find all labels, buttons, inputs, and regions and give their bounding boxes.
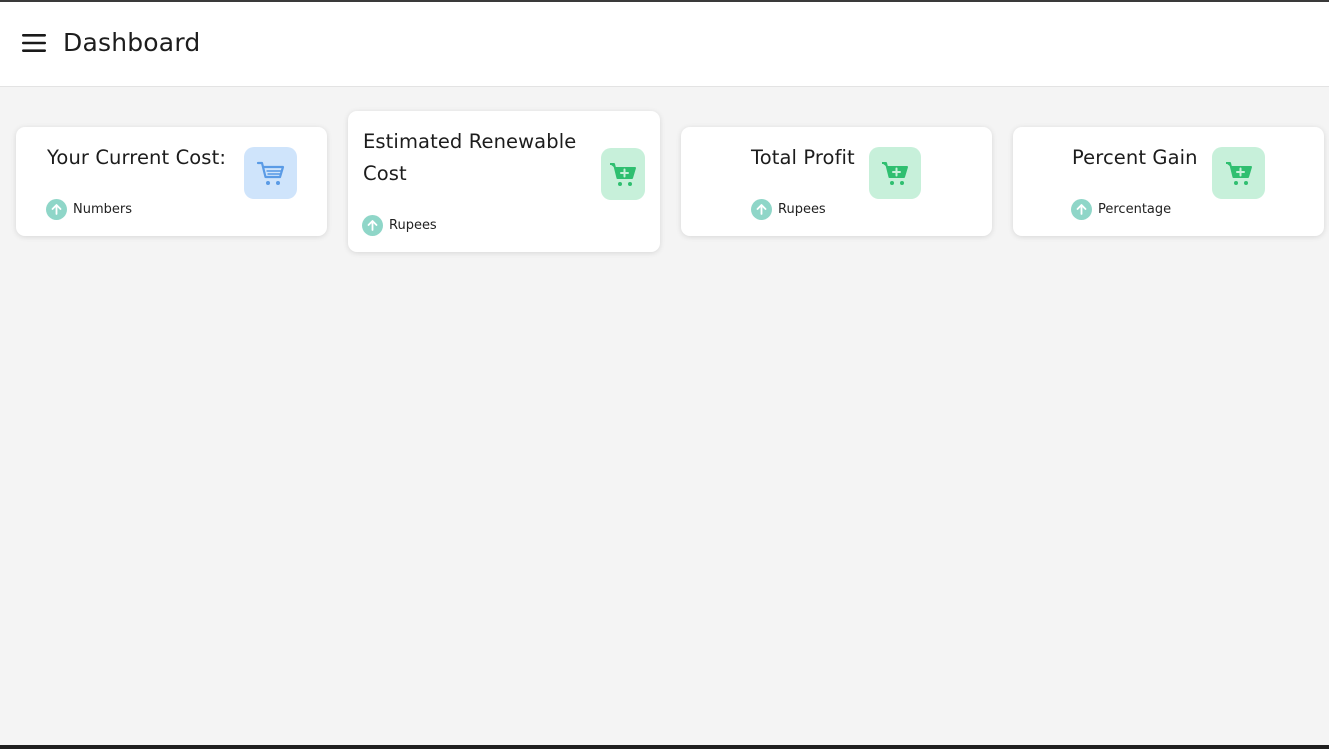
card-subtitle-text: Rupees [778, 201, 826, 217]
card-title: Percent Gain [1072, 146, 1198, 169]
card-title: Total Profit [751, 146, 855, 169]
page-title: Dashboard [63, 28, 201, 57]
arrow-up-icon [751, 199, 772, 220]
card-subtitle: Percentage [1071, 199, 1171, 220]
card-subtitle: Rupees [751, 199, 826, 220]
app-header: Dashboard [0, 2, 1329, 87]
card-subtitle-text: Numbers [73, 201, 132, 217]
card-title: Estimated Renewable Cost [363, 130, 577, 185]
window-bottom-border [0, 745, 1329, 749]
arrow-up-icon [362, 215, 383, 236]
renewable-cost-card[interactable]: Estimated Renewable Cost Rupees [348, 111, 660, 252]
current-cost-card[interactable]: Your Current Cost: Numbers [16, 127, 327, 236]
hamburger-menu-icon [22, 34, 46, 52]
arrow-up-icon [1071, 199, 1092, 220]
card-icon-box [601, 148, 645, 200]
card-icon-box [244, 147, 297, 199]
percent-gain-card[interactable]: Percent Gain Percentage [1013, 127, 1324, 236]
card-subtitle: Numbers [46, 199, 132, 220]
arrow-up-icon [46, 199, 67, 220]
cart-plus-icon [882, 162, 908, 185]
cart-plus-icon [610, 163, 636, 186]
total-profit-card[interactable]: Total Profit Rupees [681, 127, 992, 236]
shopping-cart-icon [256, 161, 284, 185]
card-icon-box [869, 147, 921, 199]
card-icon-box [1212, 147, 1265, 199]
menu-button[interactable] [18, 28, 50, 58]
card-title: Your Current Cost: [47, 146, 226, 169]
cart-plus-icon [1225, 162, 1252, 185]
card-subtitle-text: Rupees [389, 217, 437, 233]
card-subtitle: Rupees [362, 215, 437, 236]
card-subtitle-text: Percentage [1098, 201, 1172, 217]
